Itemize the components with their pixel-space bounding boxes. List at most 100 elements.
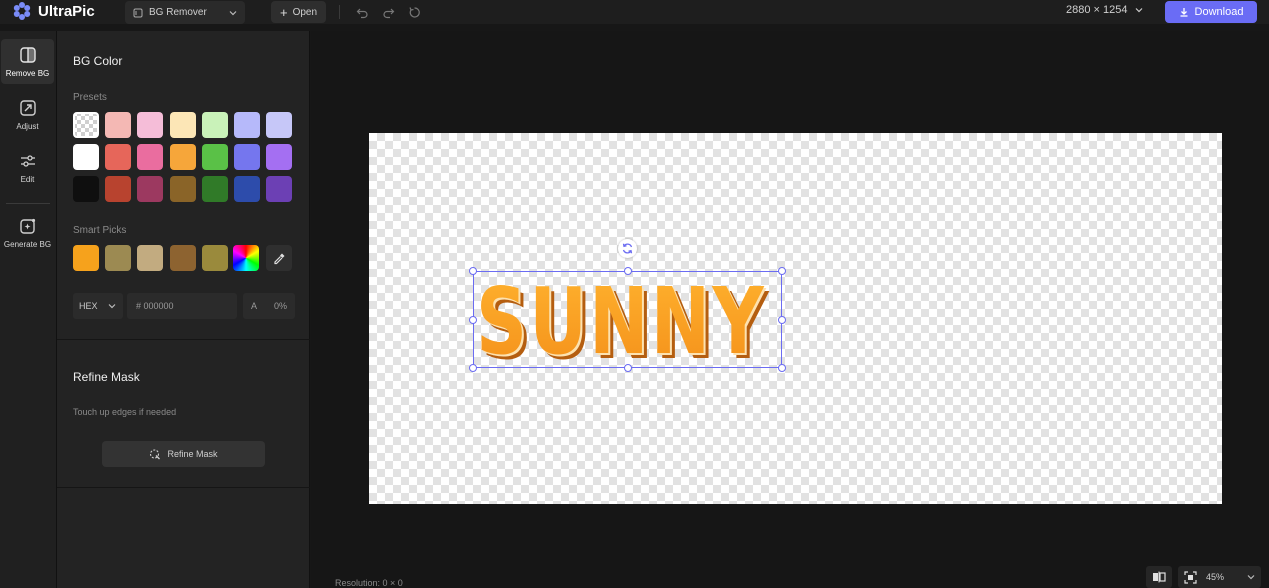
rail-divider bbox=[6, 203, 50, 204]
download-button[interactable]: Download bbox=[1165, 1, 1257, 23]
redo-button[interactable] bbox=[379, 3, 397, 21]
preset-swatch[interactable] bbox=[234, 176, 260, 202]
chevron-down-icon bbox=[108, 304, 115, 309]
open-button[interactable]: + Open bbox=[271, 1, 326, 23]
rail-item-label: Edit bbox=[20, 175, 35, 184]
preset-swatch[interactable] bbox=[201, 144, 228, 170]
download-button-label: Download bbox=[1194, 6, 1244, 18]
preset-swatch[interactable] bbox=[201, 112, 228, 138]
resize-handle-bottom[interactable] bbox=[624, 364, 632, 372]
preset-swatch[interactable] bbox=[266, 176, 293, 202]
rail-item-label: Remove BG bbox=[5, 69, 50, 78]
image-icon bbox=[133, 8, 143, 17]
smart-pick-swatch[interactable] bbox=[105, 245, 132, 271]
resize-handle-bottom-left[interactable] bbox=[469, 364, 477, 372]
refine-mask-button[interactable]: Refine Mask bbox=[102, 441, 265, 467]
preset-swatch[interactable] bbox=[169, 144, 196, 170]
zoom-control[interactable]: 45% bbox=[1178, 566, 1261, 588]
resize-handle-top-right[interactable] bbox=[778, 267, 786, 275]
refine-mask-title: Refine Mask bbox=[73, 370, 140, 384]
compare-icon bbox=[1153, 571, 1166, 583]
sparkle-image-icon bbox=[19, 218, 35, 234]
color-format-select[interactable]: HEX bbox=[73, 293, 123, 319]
top-bar: UltraPic BG Remover + Open 2880 × 1254 D… bbox=[0, 0, 1269, 24]
smart-pick-swatch[interactable] bbox=[169, 245, 196, 271]
presets-label: Presets bbox=[73, 92, 107, 103]
resize-handle-top-left[interactable] bbox=[469, 267, 477, 275]
undo-icon bbox=[356, 8, 368, 18]
undo-button[interactable] bbox=[353, 3, 371, 21]
color-format-value: HEX bbox=[79, 301, 98, 311]
brush-circle-icon bbox=[150, 449, 161, 460]
preset-swatch[interactable] bbox=[201, 176, 228, 202]
app-title: UltraPic bbox=[38, 2, 95, 20]
rail-item-edit[interactable]: Edit bbox=[0, 152, 55, 184]
divider bbox=[339, 5, 340, 19]
app-logo[interactable]: UltraPic bbox=[12, 0, 95, 22]
resize-handle-top[interactable] bbox=[624, 267, 632, 275]
selection-box[interactable] bbox=[473, 271, 782, 368]
rail-item-generate-bg[interactable]: Generate BG bbox=[0, 217, 55, 249]
rail-item-label: Adjust bbox=[16, 122, 39, 131]
sliders-icon bbox=[20, 155, 35, 167]
preset-swatch[interactable] bbox=[266, 112, 293, 138]
bg-color-title: BG Color bbox=[73, 54, 123, 68]
hex-input-value: # 000000 bbox=[136, 301, 174, 311]
smart-pick-swatch[interactable] bbox=[73, 245, 99, 271]
refine-mask-button-label: Refine Mask bbox=[167, 449, 218, 459]
chevron-down-icon bbox=[1136, 8, 1143, 13]
preset-swatch[interactable] bbox=[234, 144, 260, 170]
eyedropper-button[interactable] bbox=[266, 245, 292, 271]
preset-swatch-transparent[interactable] bbox=[73, 112, 99, 138]
preset-swatch[interactable] bbox=[105, 112, 132, 138]
alpha-label: A bbox=[251, 301, 258, 311]
download-icon bbox=[1180, 8, 1188, 17]
chevron-down-icon bbox=[229, 10, 237, 15]
preset-swatch[interactable] bbox=[169, 112, 196, 138]
custom-color-swatch[interactable] bbox=[233, 245, 259, 271]
reset-icon bbox=[408, 6, 420, 18]
smart-pick-swatch[interactable] bbox=[201, 245, 228, 271]
logo-icon bbox=[13, 2, 31, 20]
preset-swatch[interactable] bbox=[105, 176, 132, 202]
preset-swatch[interactable] bbox=[73, 144, 99, 170]
compare-button[interactable] bbox=[1146, 566, 1172, 588]
preset-swatch[interactable] bbox=[137, 112, 164, 138]
preset-swatch[interactable] bbox=[105, 144, 132, 170]
preset-swatch[interactable] bbox=[137, 144, 164, 170]
left-tool-rail: Remove BG Adjust Edit Generate BG bbox=[0, 31, 57, 588]
rail-item-adjust[interactable]: Adjust bbox=[0, 99, 55, 131]
plus-icon: + bbox=[279, 4, 288, 20]
resize-handle-left[interactable] bbox=[469, 316, 477, 324]
rail-item-label: Generate BG bbox=[3, 240, 52, 249]
tool-dropdown[interactable]: BG Remover bbox=[125, 1, 245, 24]
smart-picks-label: Smart Picks bbox=[73, 225, 127, 236]
smart-pick-swatch[interactable] bbox=[137, 245, 164, 271]
eyedropper-icon bbox=[273, 253, 284, 264]
section-divider bbox=[57, 339, 310, 340]
resize-handle-bottom-right[interactable] bbox=[778, 364, 786, 372]
resize-handle-right[interactable] bbox=[778, 316, 786, 324]
alpha-input[interactable]: A 0% bbox=[243, 293, 295, 319]
adjust-icon bbox=[19, 100, 36, 116]
preset-swatch[interactable] bbox=[137, 176, 164, 202]
remove-bg-icon bbox=[19, 47, 36, 63]
chevron-down-icon bbox=[1247, 575, 1255, 580]
rail-item-remove-bg[interactable]: Remove BG bbox=[1, 39, 54, 84]
image-dimensions-text: 2880 × 1254 bbox=[1066, 4, 1128, 16]
refine-mask-hint: Touch up edges if needed bbox=[73, 407, 177, 417]
preset-swatch[interactable] bbox=[169, 176, 196, 202]
redo-icon bbox=[382, 8, 394, 18]
reset-button[interactable] bbox=[405, 3, 423, 21]
section-divider bbox=[57, 487, 310, 488]
preset-swatch[interactable] bbox=[234, 112, 260, 138]
tool-dropdown-label: BG Remover bbox=[149, 7, 207, 18]
image-dimensions[interactable]: 2880 × 1254 bbox=[1066, 4, 1143, 16]
rotate-handle[interactable] bbox=[618, 239, 637, 258]
hex-input[interactable]: # 000000 bbox=[127, 293, 237, 319]
alpha-value: 0% bbox=[273, 301, 287, 311]
preset-swatch[interactable] bbox=[266, 144, 293, 170]
preset-swatch[interactable] bbox=[73, 176, 99, 202]
resolution-readout: Resolution: 0 × 0 bbox=[335, 578, 403, 588]
fit-screen-icon bbox=[1184, 570, 1197, 584]
